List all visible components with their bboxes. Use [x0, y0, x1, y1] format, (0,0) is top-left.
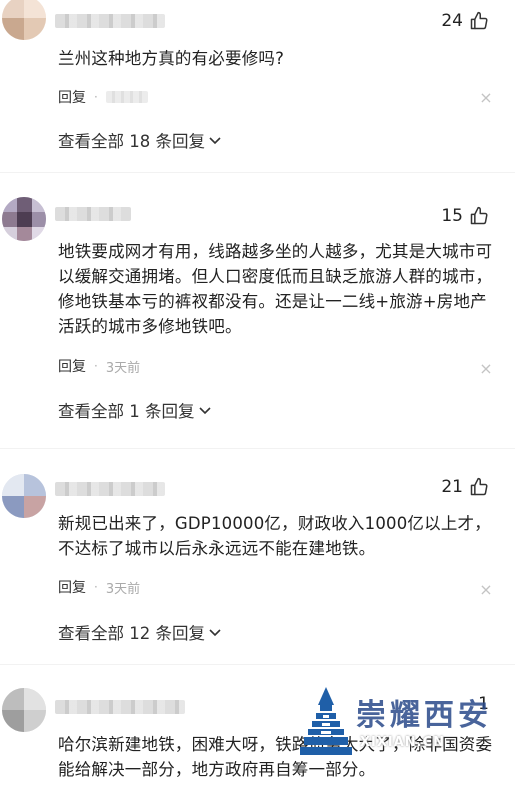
comment-meta: 回复 · 3天前: [58, 577, 140, 597]
chevron-down-icon: [209, 137, 221, 145]
like-button[interactable]: 15: [441, 206, 489, 226]
comment-meta: 回复 ·: [58, 87, 148, 107]
reply-button[interactable]: 回复: [58, 356, 86, 376]
thumbs-up-icon: [470, 206, 488, 225]
close-icon[interactable]: ×: [479, 361, 493, 377]
like-count: 24: [441, 11, 463, 31]
location-blur: [105, 91, 148, 103]
timestamp: 3天前: [105, 581, 141, 597]
reply-button[interactable]: 回复: [58, 87, 86, 107]
view-replies-link[interactable]: 查看全部 12 条回复: [58, 620, 222, 644]
thumbs-up-icon: [470, 477, 488, 496]
view-replies-link[interactable]: 查看全部 18 条回复: [58, 128, 222, 152]
like-count: 15: [441, 206, 463, 226]
comment-text: 新规已出来了，GDP10000亿，财政收入1000亿以上才，不达标了城市以后永永…: [58, 514, 491, 558]
username[interactable]: [55, 207, 131, 221]
separator-dot: ·: [94, 359, 98, 373]
username[interactable]: [55, 700, 185, 714]
avatar[interactable]: [2, 474, 46, 518]
avatar[interactable]: [2, 688, 46, 732]
timestamp: 3天前: [105, 360, 141, 376]
comment-list: 24 兰州这种地方真的有必要修吗? 回复 · × 查看全部 18 条回复 15 …: [0, 0, 515, 790]
watermark-url: XIXIAN.CN: [360, 735, 446, 750]
separator-dot: ·: [94, 90, 98, 104]
divider: [0, 664, 515, 665]
divider: [0, 172, 515, 173]
chevron-down-icon: [198, 407, 211, 415]
view-replies-label: 查看全部 1 条回复: [58, 402, 195, 421]
like-button[interactable]: 21: [441, 477, 489, 497]
username[interactable]: [55, 482, 165, 496]
view-replies-label: 查看全部 18 条回复: [58, 132, 205, 151]
comment-text: 兰州这种地方真的有必要修吗?: [58, 49, 285, 68]
view-replies-link[interactable]: 查看全部 1 条回复: [58, 398, 212, 422]
close-icon[interactable]: ×: [479, 90, 493, 106]
avatar[interactable]: [2, 197, 46, 241]
comment-text: 地铁要成网才有用，线路越多坐的人越多，尤其是大城市可以缓解交通拥堵。但人口密度低…: [58, 242, 493, 336]
thumbs-up-icon: [470, 11, 488, 30]
chevron-down-icon: [209, 629, 221, 637]
avatar[interactable]: [2, 0, 46, 40]
comment-meta: 回复 · 3天前: [58, 356, 140, 376]
like-count: 21: [441, 477, 463, 497]
like-button[interactable]: 24: [441, 11, 489, 31]
separator-dot: ·: [94, 580, 98, 594]
username[interactable]: [55, 14, 165, 28]
reply-button[interactable]: 回复: [58, 577, 86, 597]
divider: [0, 448, 515, 449]
view-replies-label: 查看全部 12 条回复: [58, 624, 205, 643]
close-icon[interactable]: ×: [479, 582, 493, 598]
watermark-title: 崇耀西安: [356, 698, 492, 733]
